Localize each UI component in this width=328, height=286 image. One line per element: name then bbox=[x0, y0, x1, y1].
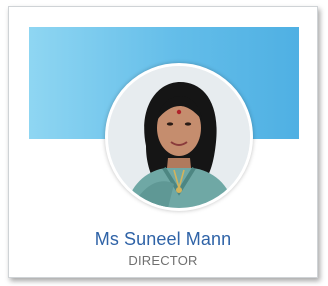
avatar-photo bbox=[108, 66, 250, 208]
person-role: DIRECTOR bbox=[128, 253, 198, 268]
avatar bbox=[105, 63, 253, 211]
person-name: Ms Suneel Mann bbox=[94, 229, 232, 249]
profile-card: Ms Suneel Mann DIRECTOR bbox=[8, 6, 318, 278]
